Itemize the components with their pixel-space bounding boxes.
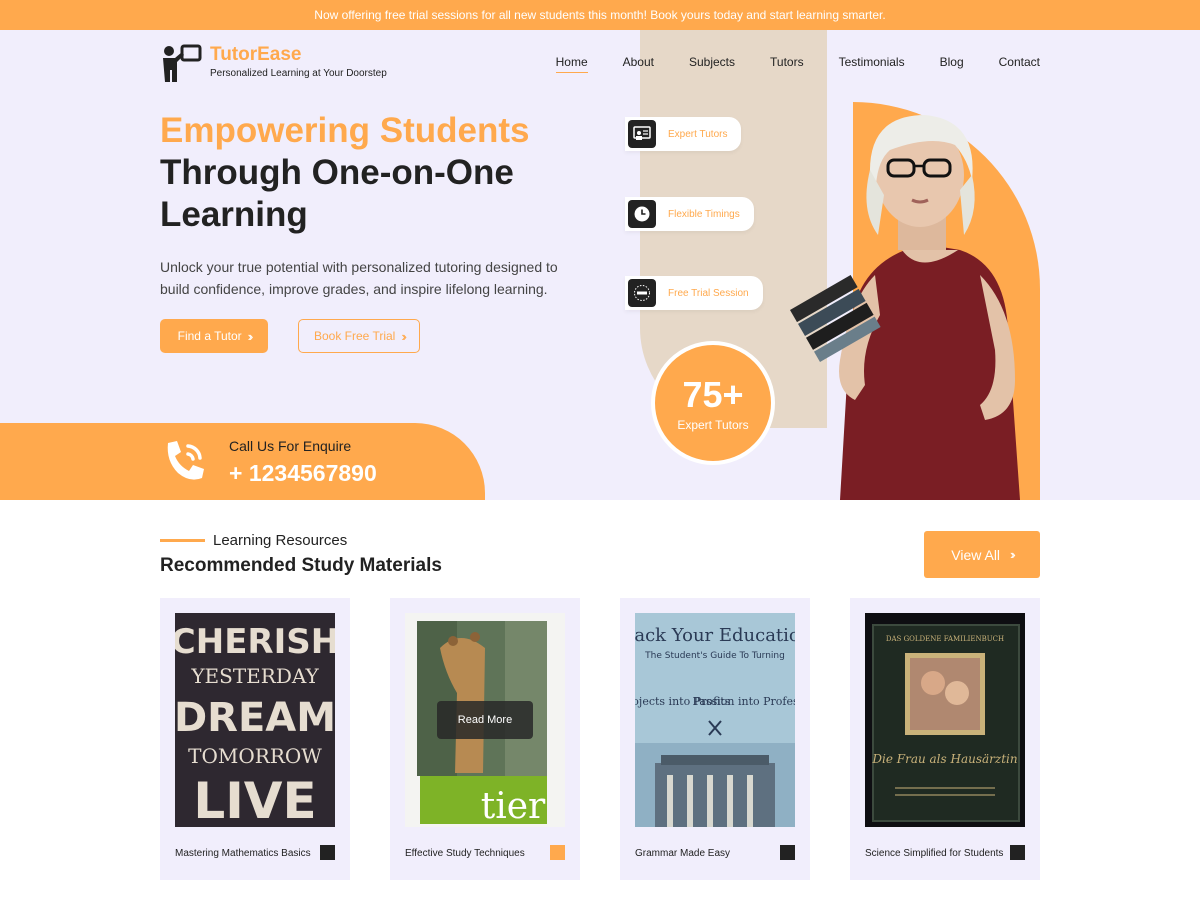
brand-tagline: Personalized Learning at Your Doorstep <box>210 68 387 79</box>
announcement-bar: Now offering free trial sessions for all… <box>0 0 1200 30</box>
poster-word: tier <box>481 786 546 827</box>
clock-icon <box>628 200 656 228</box>
nav-item-contact[interactable]: Contact <box>999 55 1040 69</box>
card-color-square <box>550 845 565 860</box>
presentation-icon <box>628 120 656 148</box>
phone-ring-icon[interactable] <box>160 437 210 487</box>
hero-section: TutorEase Personalized Learning at Your … <box>0 30 1200 500</box>
eyebrow-text: Learning Resources <box>213 532 348 549</box>
double-chevron-right-icon: ›› <box>1010 547 1015 562</box>
hero-title: Empowering Students Through One-on-One L… <box>160 110 600 236</box>
call-label: Call Us For Enquire <box>229 438 352 454</box>
book-title: Hack Your Education <box>635 625 795 646</box>
nav-item-blog[interactable]: Blog <box>940 55 964 69</box>
study-material-card[interactable]: CHERISH YESTERDAY DREAM TOMORROW LIVE Ma… <box>160 598 350 880</box>
study-material-card[interactable]: Hack Your Education The Student's Guide … <box>620 598 810 880</box>
phone-number[interactable]: + 1234567890 <box>229 460 377 487</box>
view-all-button[interactable]: View All ›› <box>924 531 1040 578</box>
card-title[interactable]: Science Simplified for Students <box>865 848 1003 859</box>
read-more-button[interactable]: Read More <box>437 701 533 739</box>
poster-line: CHERISH <box>175 622 335 662</box>
call-enquiry-strip: Call Us For Enquire + 1234567890 <box>0 423 485 500</box>
double-chevron-right-icon: ›› <box>401 328 406 344</box>
hero-title-line2: Through One-on-One <box>160 153 514 192</box>
book-subtitle: The Student's Guide To Turning <box>644 651 785 661</box>
brand-name: TutorEase <box>210 44 302 65</box>
main-nav: Home About Subjects Tutors Testimonials … <box>555 55 1040 73</box>
card-title[interactable]: Effective Study Techniques <box>405 848 525 859</box>
feature-expert-tutors: Expert Tutors <box>625 117 742 151</box>
tutor-photo <box>790 115 1020 500</box>
nav-item-subjects[interactable]: Subjects <box>689 55 735 69</box>
feature-label: Free Trial Session <box>668 287 749 299</box>
nav-item-tutors[interactable]: Tutors <box>770 55 804 69</box>
eyebrow-divider <box>160 539 205 542</box>
card-image-hack-your-education: Hack Your Education The Student's Guide … <box>635 613 795 827</box>
hero-title-line3: Learning <box>160 195 308 234</box>
book-header: DAS GOLDENE FAMILIENBUCH <box>886 635 1004 643</box>
book-free-trial-button[interactable]: Book Free Trial ›› <box>298 319 420 353</box>
section-eyebrow: Learning Resources <box>160 532 347 549</box>
feature-free-trial-session: Free Trial Session <box>625 276 763 310</box>
card-title[interactable]: Mastering Mathematics Basics <box>175 848 311 859</box>
stat-label: Expert Tutors <box>677 418 749 432</box>
poster-line: YESTERDAY <box>190 664 319 688</box>
free-badge-icon <box>628 279 656 307</box>
poster-line: LIVE <box>193 772 316 827</box>
feature-flexible-timings: Flexible Timings <box>625 197 754 231</box>
double-chevron-right-icon: ›› <box>247 328 253 344</box>
card-color-square <box>320 845 335 860</box>
section-title: Recommended Study Materials <box>160 555 442 576</box>
view-all-label: View All <box>951 546 1001 563</box>
brand-logo[interactable]: TutorEase Personalized Learning at Your … <box>160 44 387 84</box>
feature-label: Flexible Timings <box>668 208 740 220</box>
hero-title-accent: Empowering Students <box>160 111 530 150</box>
poster-line: DREAM <box>175 695 335 741</box>
study-material-card[interactable]: DAS GOLDENE FAMILIENBUCH Die Frau als Ha… <box>850 598 1040 880</box>
card-title[interactable]: Grammar Made Easy <box>635 848 730 859</box>
card-image-vintage-book: DAS GOLDENE FAMILIENBUCH Die Frau als Ha… <box>865 613 1025 827</box>
hero-description: Unlock your true potential with personal… <box>160 259 558 297</box>
card-color-square <box>780 845 795 860</box>
find-tutor-label: Find a Tutor <box>177 329 242 343</box>
expert-tutors-stat: 75+ Expert Tutors <box>651 341 775 465</box>
nav-item-about[interactable]: About <box>623 55 654 69</box>
announcement-text: Now offering free trial sessions for all… <box>314 8 886 22</box>
card-image-cherish-poster: CHERISH YESTERDAY DREAM TOMORROW LIVE <box>175 613 335 827</box>
book-title: Die Frau als Hausärztin <box>871 752 1017 766</box>
book-right: Passion into Profession <box>693 695 796 708</box>
nav-item-home[interactable]: Home <box>555 55 588 73</box>
study-material-card[interactable]: tier Read More Effective Study Technique… <box>390 598 580 880</box>
poster-line: TOMORROW <box>188 744 322 768</box>
find-tutor-button[interactable]: Find a Tutor ›› <box>160 319 268 353</box>
book-free-trial-label: Book Free Trial <box>313 329 396 343</box>
nav-item-testimonials[interactable]: Testimonials <box>839 55 905 69</box>
teacher-board-icon <box>163 44 202 82</box>
stat-value: 75+ <box>682 374 744 415</box>
card-color-square <box>1010 845 1025 860</box>
feature-label: Expert Tutors <box>668 128 728 140</box>
